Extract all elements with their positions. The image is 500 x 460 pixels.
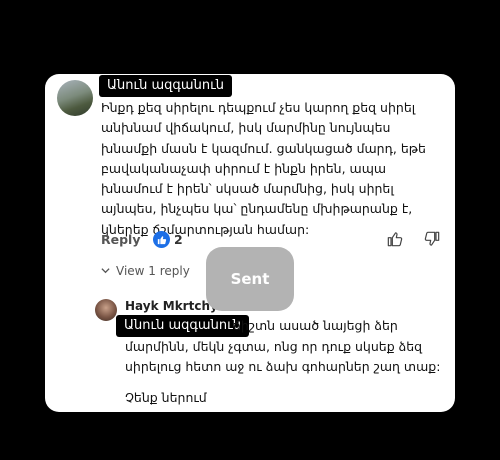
reply-button[interactable]: Reply xyxy=(101,232,140,247)
view-replies-toggle[interactable]: View 1 reply xyxy=(101,264,190,278)
reply-signature: Չենք ներում xyxy=(125,390,207,405)
dislike-icon[interactable] xyxy=(424,231,440,251)
like-badge-icon xyxy=(153,231,170,248)
like-count: 2 xyxy=(174,232,183,247)
reply-text-body: ճիշտն ասած նայեցի ձեր մարմինն, մեկն չգտա… xyxy=(125,318,441,374)
view-replies-label: View 1 reply xyxy=(116,264,190,278)
comment-text: Ինքդ քեզ սիրելու դեպքում չես կարող քեզ ս… xyxy=(101,100,426,237)
reply-author-avatar[interactable] xyxy=(95,299,117,321)
comment-card: Անուն ազգանուն Ինքդ քեզ սիրելու դեպքում … xyxy=(45,74,455,412)
sent-toast: Sent xyxy=(206,247,294,311)
commenter-avatar[interactable] xyxy=(57,80,93,116)
like-icon[interactable] xyxy=(387,231,403,251)
chevron-down-icon xyxy=(101,264,110,278)
commenter-name-tag: Անուն ազգանուն xyxy=(99,75,232,97)
reply-text: ճիշտն ասած նայեցի ձեր մարմինն, մեկն չգտա… xyxy=(125,316,445,378)
